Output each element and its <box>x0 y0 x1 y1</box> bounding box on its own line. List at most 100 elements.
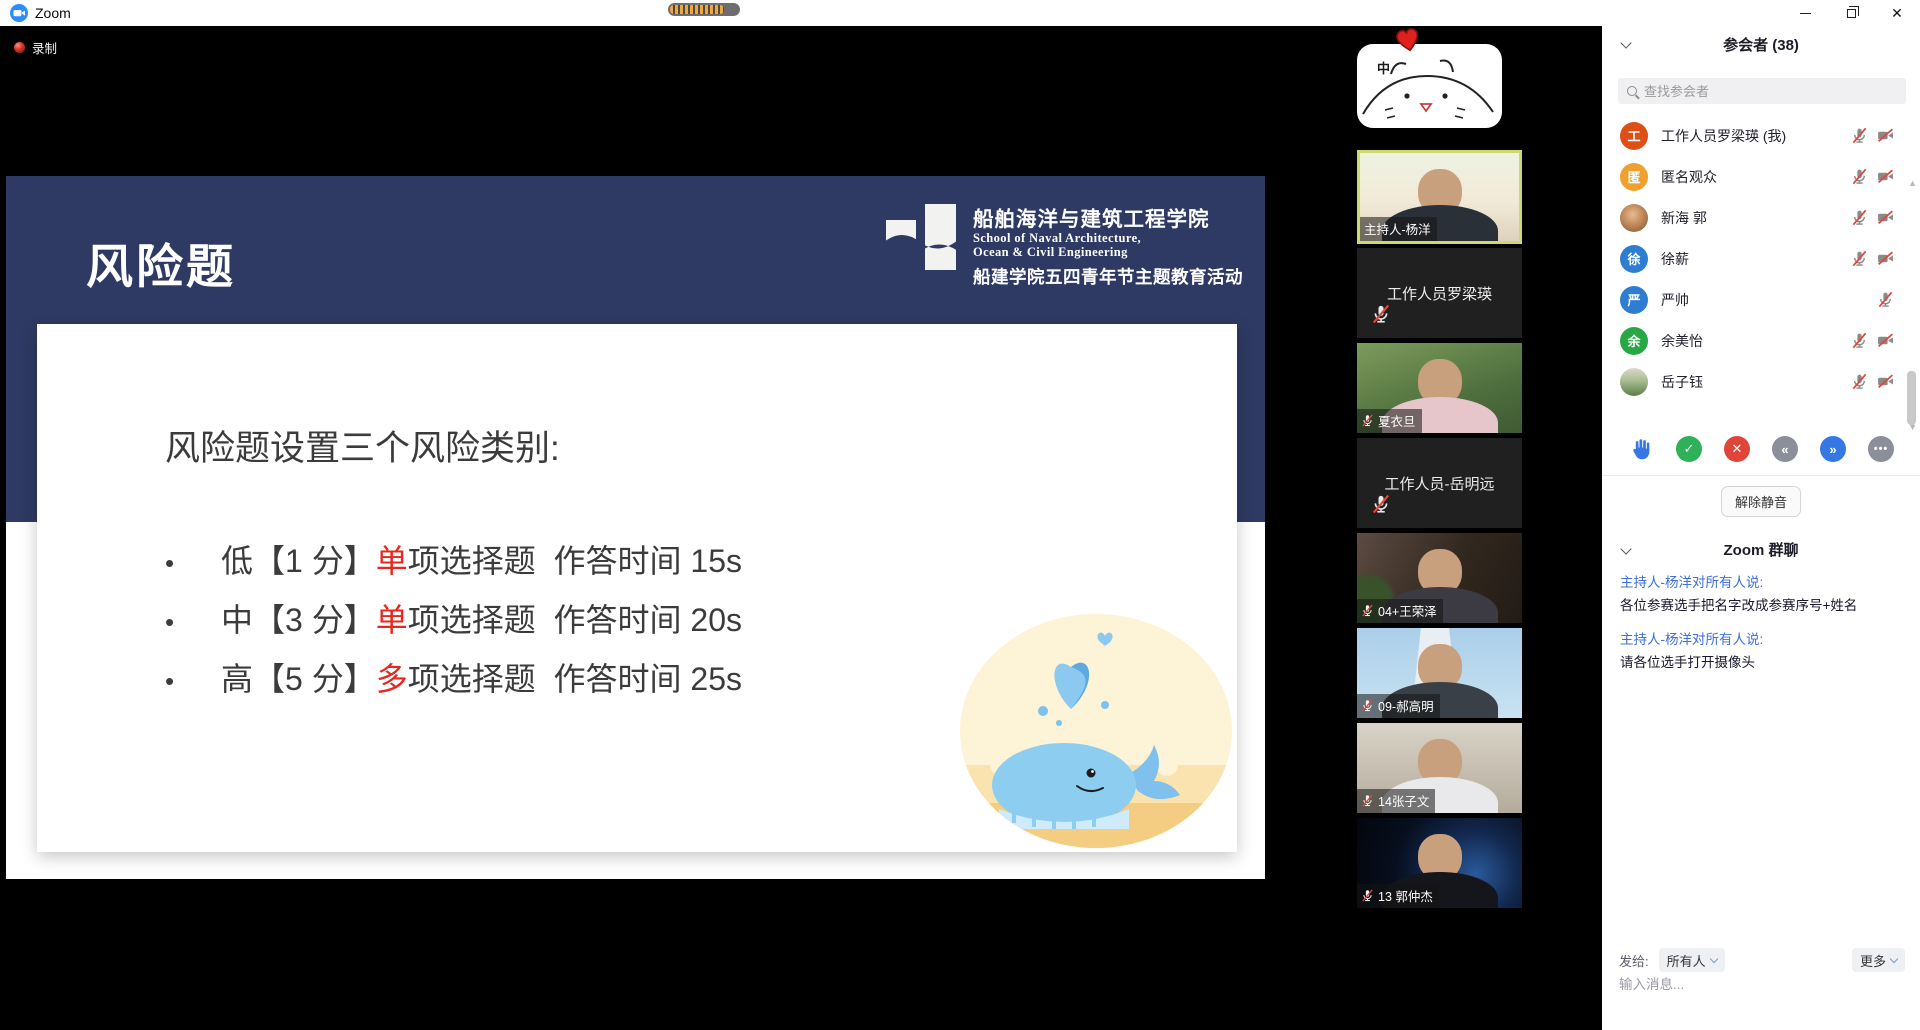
avatar: 余 <box>1620 327 1648 355</box>
video-tile-2[interactable]: 工作人员罗梁瑛 <box>1357 248 1522 338</box>
chevron-down-icon <box>1890 955 1898 963</box>
muted-mic-icon <box>1361 414 1374 427</box>
app-title: Zoom <box>35 0 71 26</box>
muted-mic-icon <box>1371 494 1391 514</box>
no-button[interactable]: ✕ <box>1724 436 1750 462</box>
participant-list: 工工作人员罗梁瑛 (我) 匿匿名观众 新海 郭 徐徐薪 严严帅 余余美怡 岳子钰 <box>1602 115 1908 402</box>
school-name-en-1: School of Naval Architecture, <box>973 232 1141 246</box>
participant-row[interactable]: 匿匿名观众 <box>1602 156 1908 197</box>
close-icon: ✕ <box>1891 6 1903 20</box>
panel-divider <box>1602 475 1920 476</box>
bullet-mark: • <box>165 666 221 697</box>
chat-message: 主持人-杨洋对所有人说:各位参赛选手把名字改成参赛序号+姓名 <box>1620 571 1904 615</box>
send-to-select[interactable]: 所有人 <box>1659 948 1725 972</box>
recording-progress-indicator <box>668 3 740 16</box>
send-to-value: 所有人 <box>1667 951 1706 970</box>
cat-drawing <box>1357 44 1502 128</box>
muted-mic-icon <box>1851 127 1868 144</box>
chevron-down-icon <box>1709 955 1717 963</box>
recording-indicator[interactable]: 录制 <box>14 38 57 57</box>
video-tile-8[interactable]: 13 郭仲杰 <box>1357 818 1522 908</box>
raise-hand-button[interactable] <box>1628 436 1654 462</box>
video-name-label: 04+王荣泽 <box>1357 599 1443 623</box>
muted-mic-icon <box>1371 304 1391 324</box>
cat-drawing-tile[interactable]: 中 <box>1357 44 1502 128</box>
video-tile-6[interactable]: 09-郝高明 <box>1357 628 1522 718</box>
minimize-button[interactable] <box>1782 0 1828 26</box>
muted-camera-icon <box>1877 168 1894 185</box>
muted-camera-icon <box>1877 373 1894 390</box>
muted-camera-icon <box>1877 250 1894 267</box>
chat-message-list: 主持人-杨洋对所有人说:各位参赛选手把名字改成参赛序号+姓名主持人-杨洋对所有人… <box>1620 571 1904 685</box>
yes-button[interactable]: ✓ <box>1676 436 1702 462</box>
scrollbar-thumb[interactable] <box>1907 371 1916 425</box>
avatar <box>1620 204 1648 232</box>
slide-bullet-list: •低【1 分】单项选择题 作答时间 15s•中【3 分】单项选择题 作答时间 2… <box>165 536 742 713</box>
zoom-logo-icon <box>10 4 28 22</box>
chat-message-sender: 主持人-杨洋对所有人说: <box>1620 628 1904 648</box>
restore-button[interactable] <box>1828 0 1874 26</box>
participant-name: 工作人员罗梁瑛 (我) <box>1661 126 1851 146</box>
slide-bullet: •低【1 分】单项选择题 作答时间 15s <box>165 536 742 595</box>
chat-message-text: 各位参赛选手把名字改成参赛序号+姓名 <box>1620 597 1904 615</box>
slide-title: 风险题 <box>86 228 236 297</box>
participant-row[interactable]: 徐徐薪 <box>1602 238 1908 279</box>
participant-row[interactable]: 余余美怡 <box>1602 320 1908 361</box>
slide-bullet: •中【3 分】单项选择题 作答时间 20s <box>165 595 742 654</box>
participant-name: 岳子钰 <box>1661 372 1851 392</box>
participants-title: 参会者 (38) <box>1602 34 1920 55</box>
participant-name: 徐薪 <box>1661 249 1851 269</box>
participant-row[interactable]: 工工作人员罗梁瑛 (我) <box>1602 115 1908 156</box>
video-tile-7[interactable]: 14张子文 <box>1357 723 1522 813</box>
participant-row[interactable]: 岳子钰 <box>1602 361 1908 402</box>
scrollbar-up-icon[interactable]: ▲ <box>1908 178 1917 188</box>
chat-message-text: 请各位选手打开摄像头 <box>1620 654 1904 672</box>
participant-search[interactable] <box>1618 78 1906 104</box>
muted-camera-icon <box>1877 332 1894 349</box>
faster-button[interactable]: » <box>1820 436 1846 462</box>
scrollbar-down-icon[interactable]: ▼ <box>1908 422 1917 432</box>
participant-name: 匿名观众 <box>1661 167 1851 187</box>
minimize-icon <box>1800 13 1811 14</box>
chat-title: Zoom 群聊 <box>1602 539 1920 560</box>
school-name-cn: 船舶海洋与建筑工程学院 <box>973 202 1210 232</box>
recording-dot-icon <box>14 42 25 53</box>
participant-name: 严帅 <box>1661 290 1877 310</box>
muted-mic-icon <box>1877 291 1894 308</box>
muted-camera-icon <box>1877 209 1894 226</box>
participant-name: 余美怡 <box>1661 331 1851 351</box>
participant-row[interactable]: 严严帅 <box>1602 279 1908 320</box>
muted-mic-icon <box>1361 889 1374 902</box>
more-reactions-button[interactable]: ••• <box>1868 436 1894 462</box>
slower-button[interactable]: « <box>1772 436 1798 462</box>
unmute-button[interactable]: 解除静音 <box>1721 486 1801 517</box>
bullet-mark: • <box>165 607 221 638</box>
avatar: 工 <box>1620 122 1648 150</box>
video-tile-4[interactable]: 工作人员-岳明远 <box>1357 438 1522 528</box>
participant-row[interactable]: 新海 郭 <box>1602 197 1908 238</box>
close-button[interactable]: ✕ <box>1874 0 1920 26</box>
chat-more-button[interactable]: 更多 <box>1852 948 1905 972</box>
video-tile-1[interactable]: 主持人-杨洋 <box>1357 150 1522 244</box>
video-tile-5[interactable]: 04+王荣泽 <box>1357 533 1522 623</box>
muted-mic-icon <box>1851 168 1868 185</box>
slide-bullet: •高【5 分】多项选择题 作答时间 25s <box>165 654 742 713</box>
chat-input[interactable] <box>1619 977 1905 992</box>
video-name-label: 09-郝高明 <box>1357 694 1440 718</box>
muted-mic-icon <box>1851 373 1868 390</box>
muted-mic-icon <box>1851 332 1868 349</box>
bullet-text: 中【3 分】单项选择题 作答时间 20s <box>221 595 742 641</box>
participant-search-input[interactable] <box>1644 84 1874 99</box>
bullet-text: 低【1 分】单项选择题 作答时间 15s <box>221 536 742 582</box>
video-tile-3[interactable]: 夏衣旦 <box>1357 343 1522 433</box>
school-logo-icon <box>884 204 958 274</box>
muted-mic-icon <box>1361 699 1374 712</box>
chat-message: 主持人-杨洋对所有人说: 请各位选手打开摄像头 <box>1620 628 1904 672</box>
avatar <box>1620 368 1648 396</box>
avatar: 徐 <box>1620 245 1648 273</box>
send-to-label: 发给: <box>1619 951 1649 970</box>
cat-flag-text: 中 <box>1377 58 1390 77</box>
bullet-text: 高【5 分】多项选择题 作答时间 25s <box>221 654 742 700</box>
school-name-en-2: Ocean & Civil Engineering <box>973 246 1128 260</box>
chat-more-label: 更多 <box>1860 951 1886 970</box>
